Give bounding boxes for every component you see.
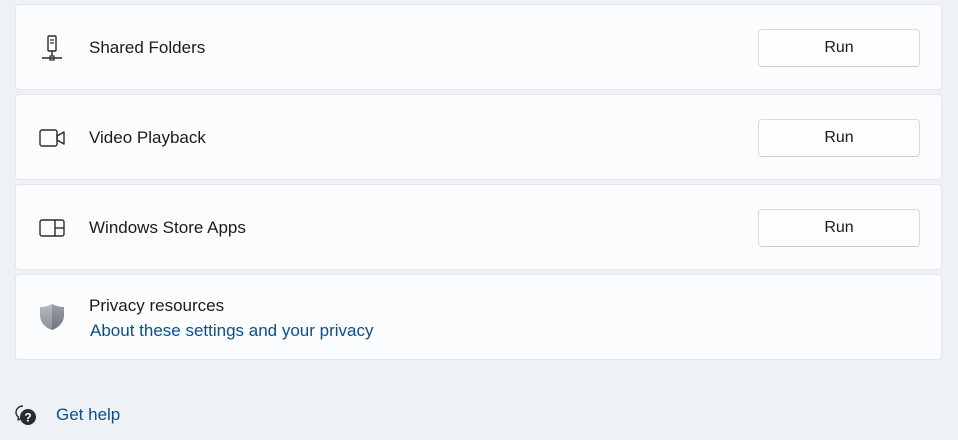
get-help-link[interactable]: Get help bbox=[56, 405, 120, 425]
shared-folder-icon bbox=[38, 34, 66, 62]
run-windows-store-apps-button[interactable]: Run bbox=[758, 209, 920, 247]
video-camera-icon bbox=[38, 124, 66, 152]
troubleshooter-label: Video Playback bbox=[89, 128, 206, 147]
run-video-playback-button[interactable]: Run bbox=[758, 119, 920, 157]
run-shared-folders-button[interactable]: Run bbox=[758, 29, 920, 67]
privacy-resources-title: Privacy resources bbox=[89, 296, 225, 315]
store-apps-icon bbox=[38, 214, 66, 242]
help-icon: ? bbox=[14, 403, 38, 427]
troubleshooter-video-playback: Video Playback Run bbox=[15, 94, 942, 180]
troubleshooter-list: Shared Folders Run Video Playback Run Wi… bbox=[15, 4, 942, 364]
shield-icon bbox=[38, 303, 66, 331]
svg-text:?: ? bbox=[24, 411, 31, 425]
troubleshooter-label: Shared Folders bbox=[89, 38, 206, 57]
troubleshooter-shared-folders: Shared Folders Run bbox=[15, 4, 942, 90]
privacy-resources-card: Privacy resources About these settings a… bbox=[15, 274, 942, 360]
privacy-settings-link[interactable]: About these settings and your privacy bbox=[90, 321, 374, 341]
troubleshooter-label: Windows Store Apps bbox=[89, 218, 246, 237]
get-help[interactable]: ? Get help bbox=[14, 402, 120, 428]
troubleshooter-windows-store-apps: Windows Store Apps Run bbox=[15, 184, 942, 270]
